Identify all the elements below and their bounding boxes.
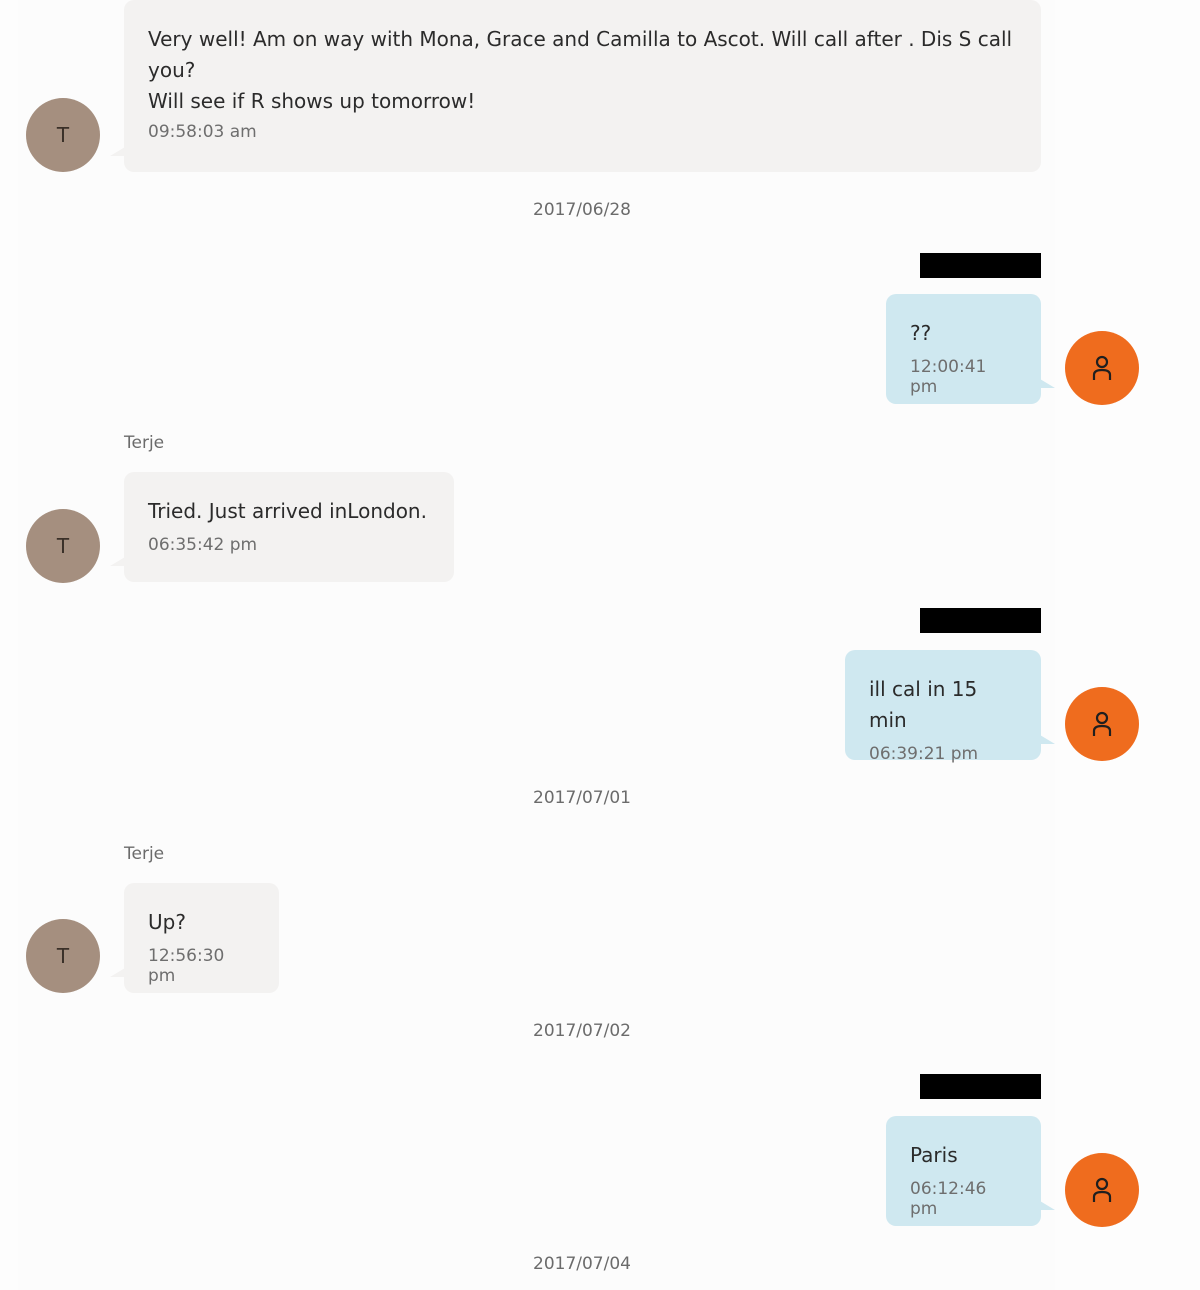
avatar-initial: T: [56, 944, 70, 968]
outgoing-message-bubble[interactable]: ill cal in 15 min 06:39:21 pm: [845, 650, 1055, 764]
message-text: Tried. Just arrived inLondon.: [148, 499, 427, 523]
message-time: 12:00:41 pm: [910, 357, 987, 397]
message-text: Very well! Am on way with Mona, Grace an…: [148, 27, 1013, 113]
date-separator: 2017/07/04: [533, 1254, 631, 1274]
date-separator: 2017/07/01: [533, 788, 631, 808]
avatar-initial: T: [56, 123, 70, 147]
own-avatar[interactable]: [1065, 1153, 1139, 1227]
message-text: Paris: [910, 1143, 958, 1167]
contact-avatar[interactable]: T: [26, 919, 100, 993]
user-icon: [1092, 711, 1112, 736]
date-separator: 2017/06/28: [533, 200, 631, 220]
own-avatar[interactable]: [1065, 687, 1139, 761]
user-icon: [1092, 1177, 1112, 1202]
outgoing-message-bubble[interactable]: Paris 06:12:46 pm: [886, 1116, 1055, 1226]
contact-avatar[interactable]: T: [26, 509, 100, 583]
sender-name: Terje: [124, 433, 165, 453]
user-icon: [1092, 355, 1112, 380]
conversation-pane: [18, 0, 1055, 1290]
message-time: 06:35:42 pm: [148, 535, 258, 555]
message-text: Up?: [148, 910, 186, 934]
contact-avatar[interactable]: T: [26, 98, 100, 172]
message-time: 12:56:30 pm: [148, 946, 225, 986]
sender-name: Terje: [124, 844, 165, 864]
message-text: ??: [910, 321, 932, 345]
own-avatar[interactable]: [1065, 331, 1139, 405]
incoming-message-bubble[interactable]: Very well! Am on way with Mona, Grace an…: [110, 0, 1041, 172]
outgoing-message-bubble[interactable]: ?? 12:00:41 pm: [886, 294, 1055, 404]
redacted-sender-name: [920, 1074, 1041, 1099]
message-time: 09:58:03 am: [148, 122, 257, 142]
incoming-message-bubble[interactable]: Tried. Just arrived inLondon. 06:35:42 p…: [110, 472, 454, 582]
redacted-sender-name: [920, 608, 1041, 633]
incoming-message-bubble[interactable]: Up? 12:56:30 pm: [110, 883, 279, 993]
redacted-sender-name: [920, 253, 1041, 278]
avatar-initial: T: [56, 534, 70, 558]
date-separator: 2017/07/02: [533, 1021, 631, 1041]
message-time: 06:39:21 pm: [869, 744, 979, 764]
message-text: ill cal in 15 min: [869, 677, 984, 732]
message-time: 06:12:46 pm: [910, 1179, 987, 1219]
